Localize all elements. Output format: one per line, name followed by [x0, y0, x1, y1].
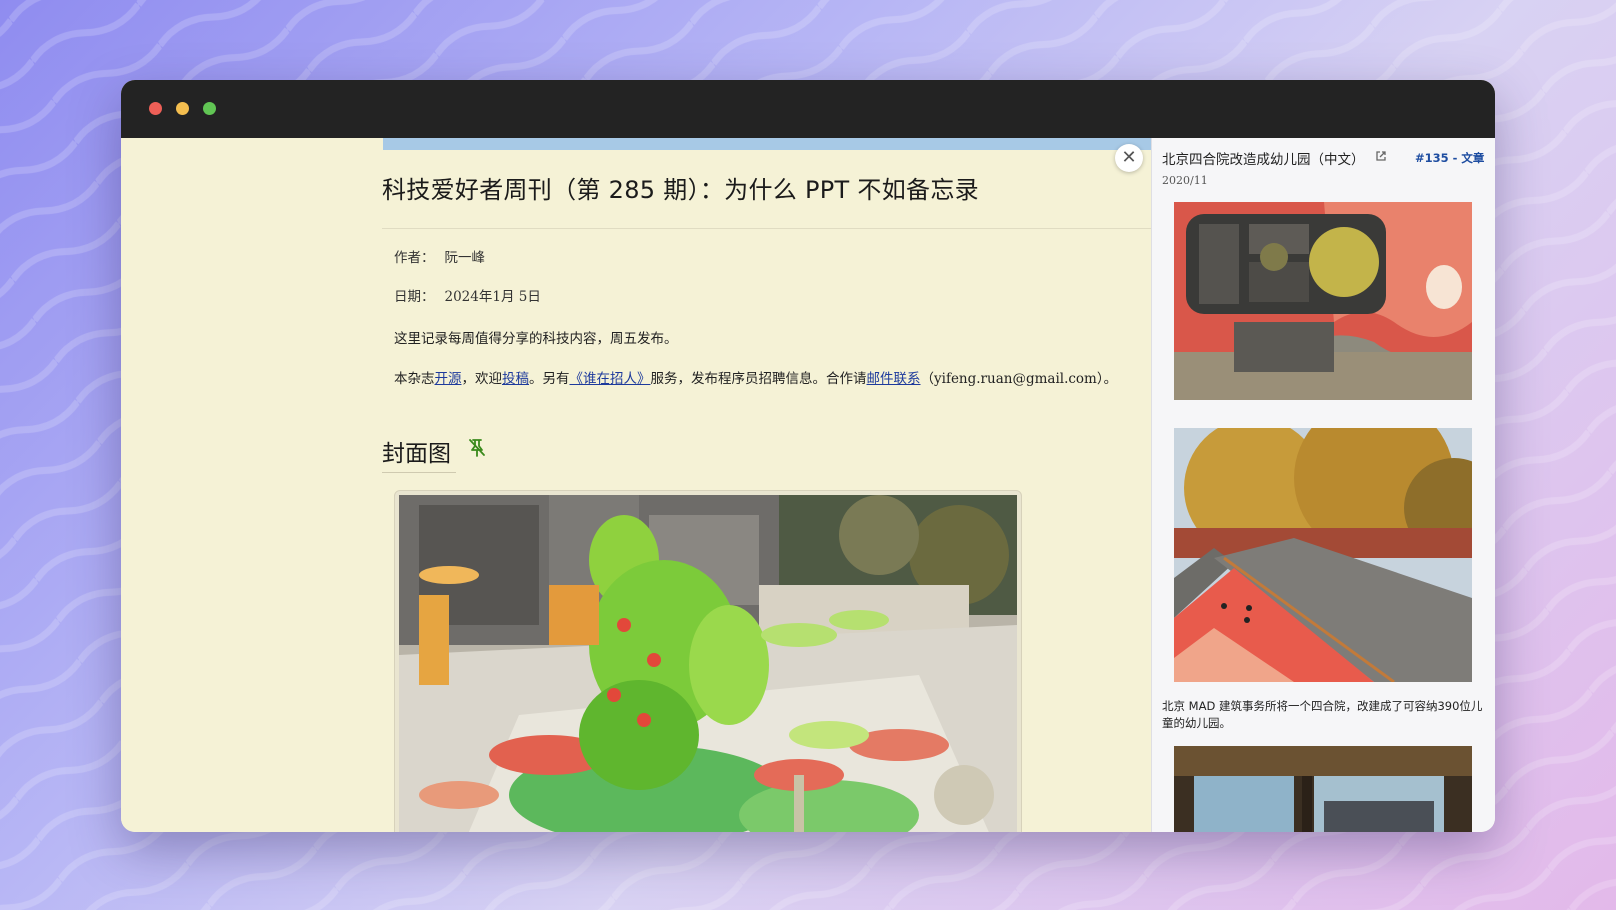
sidebar-title[interactable]: 北京四合院改造成幼儿园（中文）	[1162, 148, 1365, 168]
author-label: 作者：	[394, 250, 435, 266]
info-text-2: ，欢迎	[461, 371, 503, 387]
date-label: 日期：	[394, 289, 435, 305]
kindergarten-interior-image[interactable]	[1174, 746, 1472, 832]
hiring-link[interactable]: 《谁在招人》	[570, 371, 651, 387]
submit-link[interactable]: 投稿	[502, 371, 529, 387]
intro-paragraph: 这里记录每周值得分享的科技内容，周五发布。	[394, 331, 678, 347]
date-line: 日期： 2024年1月 5日	[394, 285, 541, 305]
author-line: 作者： 阮一峰	[394, 246, 485, 266]
open-source-link[interactable]: 开源	[435, 371, 462, 387]
kindergarten-rooftop-image[interactable]	[1174, 428, 1472, 682]
sidebar-caption: 北京 MAD 建筑事务所将一个四合院，改建成了可容纳390位儿童的幼儿园。	[1162, 699, 1483, 730]
info-paragraph: 本杂志开源，欢迎投稿。另有《谁在招人》服务，发布程序员招聘信息。合作请邮件联系（…	[394, 367, 1117, 387]
cover-image[interactable]	[399, 495, 1017, 832]
date-value: 2024年1月 5日	[444, 289, 541, 305]
article-title: 科技爱好者周刊（第 285 期）：为什么 PPT 不如备忘录	[382, 176, 979, 204]
sidebar-date: 2020/11	[1162, 174, 1208, 187]
close-panel-button[interactable]: ✕	[1115, 144, 1143, 172]
cover-image-frame	[394, 490, 1022, 832]
kindergarten-aerial-image[interactable]	[1174, 202, 1472, 400]
external-link-icon[interactable]	[1375, 150, 1387, 162]
article-pane: 科技爱好者周刊（第 285 期）：为什么 PPT 不如备忘录 作者： 阮一峰 日期…	[121, 138, 1151, 832]
section-divider	[382, 472, 456, 473]
info-text-3: 。另有	[529, 371, 570, 387]
minimize-window-button[interactable]	[176, 102, 189, 115]
cover-section-heading: 封面图	[382, 441, 451, 467]
window-titlebar	[121, 80, 1495, 138]
header-strip	[383, 138, 1151, 150]
pin-off-icon[interactable]	[468, 438, 486, 458]
author-name: 阮一峰	[444, 250, 486, 266]
info-text-5: （yifeng.ruan@gmail.com）。	[920, 371, 1118, 387]
maximize-window-button[interactable]	[203, 102, 216, 115]
related-sidebar: 北京四合院改造成幼儿园（中文） #135 - 文章 2020/11 北京 MAD…	[1151, 138, 1495, 832]
browser-window: 科技爱好者周刊（第 285 期）：为什么 PPT 不如备忘录 作者： 阮一峰 日期…	[121, 80, 1495, 832]
mail-link[interactable]: 邮件联系	[867, 371, 921, 387]
close-window-button[interactable]	[149, 102, 162, 115]
info-text-4: 服务，发布程序员招聘信息。合作请	[650, 371, 867, 387]
issue-tag[interactable]: #135 - 文章	[1415, 150, 1484, 166]
title-divider	[382, 228, 1151, 229]
info-text-1: 本杂志	[394, 371, 435, 387]
